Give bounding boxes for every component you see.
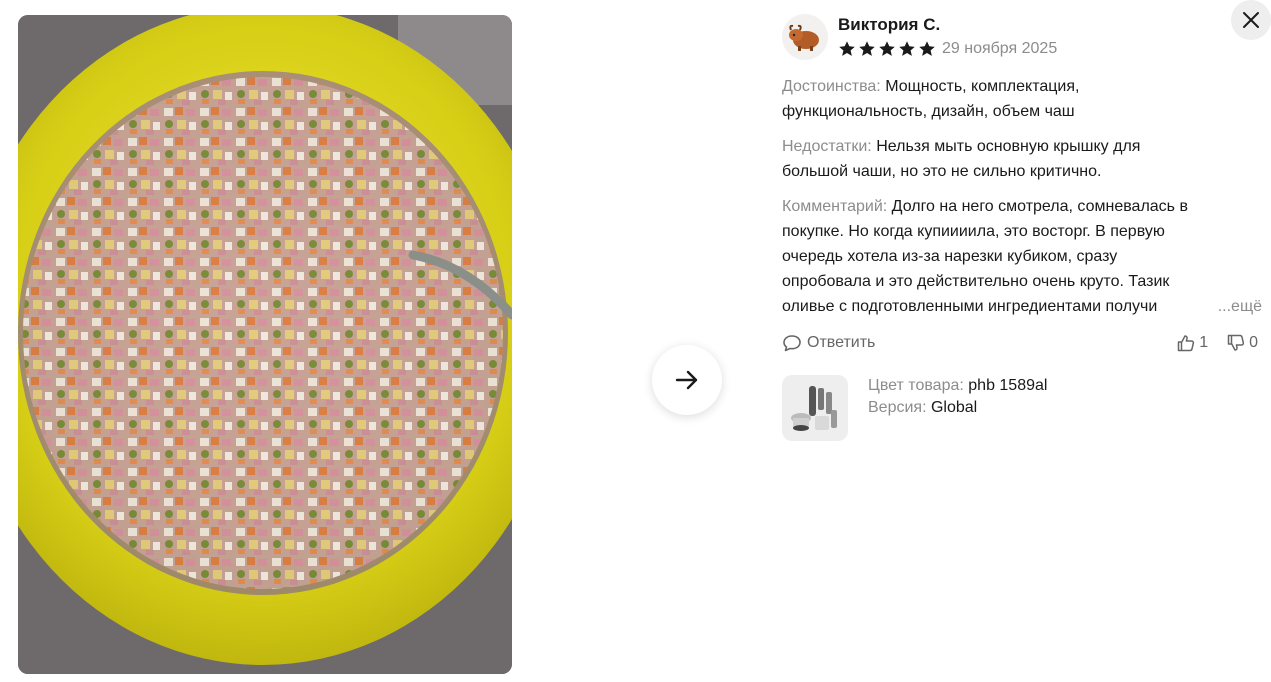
likes-count: 1 [1199,334,1209,351]
arrow-right-icon [675,370,698,390]
star-icon [859,41,875,56]
dislike-button[interactable]: 0 [1226,333,1258,353]
pros-text-line2: функциональность, дизайн, объем чаш [782,103,1075,120]
color-label: Цвет товара: [868,377,964,394]
review-actions: Ответить 1 0 [782,331,1262,355]
star-icon [879,41,895,56]
speech-bubble-icon [783,335,801,352]
cons-text-line2: большой чаши, но это не сильно критично. [782,163,1102,180]
comment-section: Комментарий: Долго на него смотрела, сом… [782,194,1262,319]
star-icon [899,41,915,56]
show-more-link[interactable]: ...ещё [1177,294,1262,319]
votes: 1 0 [1176,333,1258,353]
cow-avatar-icon [789,24,819,51]
dislikes-count: 0 [1249,334,1258,351]
cons-text-line1: Нельзя мыть основную крышку для [876,138,1141,155]
avatar[interactable] [782,14,828,60]
like-button[interactable]: 1 [1176,333,1208,353]
show-more-label: ...ещё [1217,298,1262,315]
comment-text-line4: опробовала и это действительно очень кру… [782,273,1170,290]
thumbs-down-icon [1227,334,1245,351]
review-date: 29 ноября 2025 [942,40,1058,57]
blender-product-image [791,386,837,431]
star-rating [838,40,936,58]
version-value: Global [930,399,978,416]
cons-section: Недостатки: Нельзя мыть основную крышку … [782,134,1262,184]
version-label: Версия: [868,399,927,416]
comment-text-line2: покупке. Но когда купиииила, это восторг… [782,223,1165,240]
review-photo[interactable] [18,15,512,674]
product-color: Цвет товара: phb 1589al [868,375,1047,397]
next-photo-button[interactable] [652,345,722,415]
product-thumbnail[interactable] [782,375,848,441]
cons-label: Недостатки: [782,138,872,155]
star-icon [839,41,855,56]
color-value: phb 1589al [968,377,1048,394]
author-row: Виктория С. 29 ноября 2025 [782,14,1262,64]
comment-text-line1: Долго на него смотрела, сомневалась в [891,198,1188,215]
review-panel: Виктория С. 29 ноября 2025 Достоинства: … [782,14,1262,441]
rating-row: 29 ноября 2025 [838,38,1057,60]
star-icon [919,41,935,56]
pros-text-line1: Мощность, комплектация, [885,78,1080,95]
pros-label: Достоинства: [782,78,881,95]
comment-text-line5: оливье с подготовленными ингредиентами п… [782,298,1158,315]
salad-image [18,15,512,674]
product-version: Версия: Global [868,397,1047,419]
comment-label: Комментарий: [782,198,888,215]
thumbs-up-icon [1177,335,1195,352]
reply-label: Ответить [807,334,876,351]
pros-section: Достоинства: Мощность, комплектация, фун… [782,74,1262,124]
product-info-row: Цвет товара: phb 1589al Версия: Global [782,375,1262,441]
reply-button[interactable]: Ответить [782,333,875,353]
comment-text-line3: очередь хотела из-за нарезки кубиком, ср… [782,248,1118,265]
author-name[interactable]: Виктория С. [838,14,1057,36]
